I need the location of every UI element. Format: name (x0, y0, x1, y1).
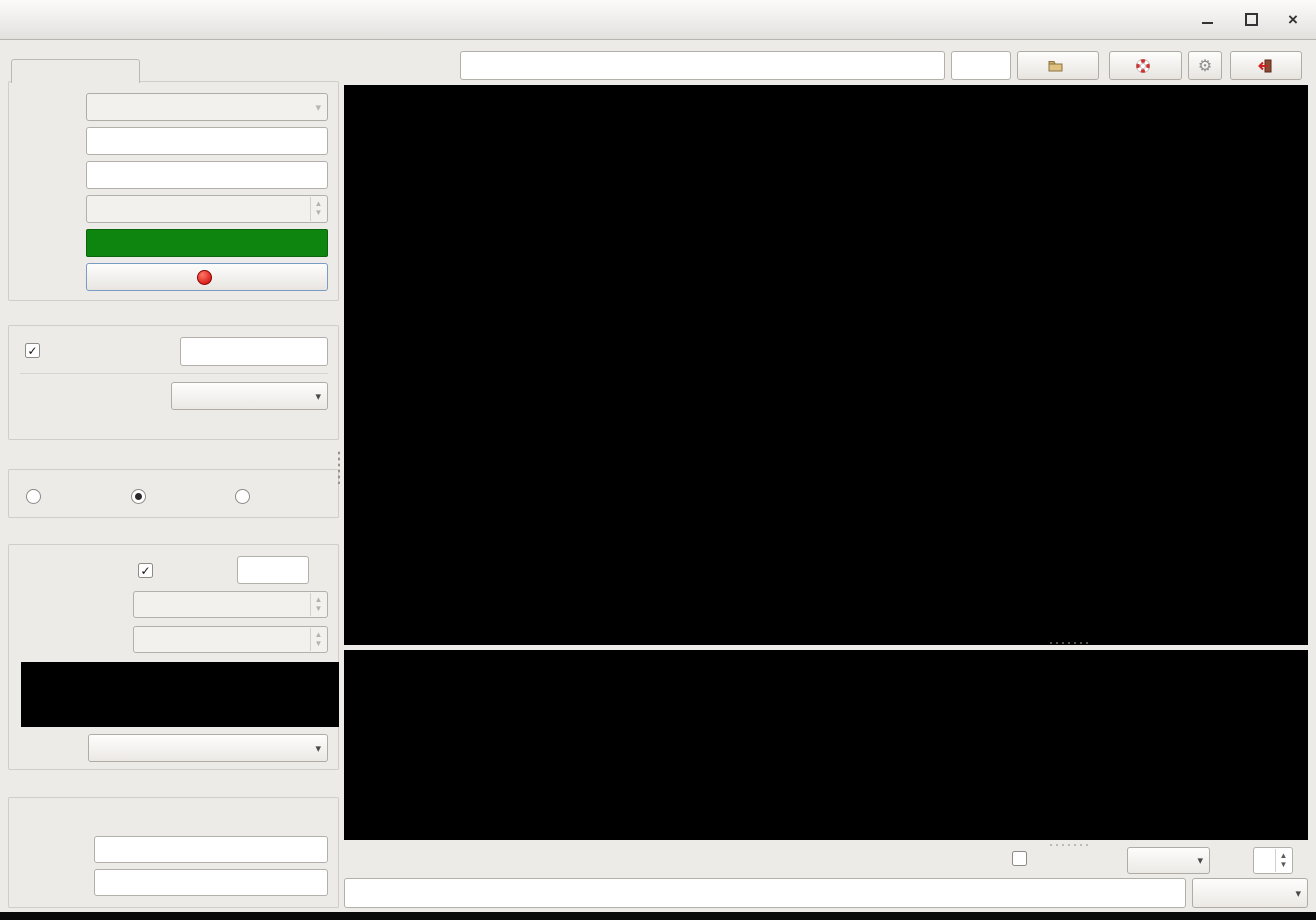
file-name-input[interactable] (460, 51, 945, 80)
help-lifebuoy-icon (1135, 58, 1151, 74)
minimum-spinbox[interactable]: ▲▼ (133, 591, 328, 618)
stats-mean-value[interactable] (94, 869, 328, 896)
spin-arrows-icon[interactable]: ▲▼ (1275, 849, 1291, 872)
radio-sqrt[interactable] (26, 489, 41, 504)
folder-icon (1048, 60, 1063, 72)
cut-count-spinbox[interactable]: ▲▼ (1253, 847, 1293, 874)
window-bottom-edge (0, 912, 1316, 920)
radio-log[interactable] (235, 489, 250, 504)
stacking-spinbox[interactable]: ▲▼ (86, 195, 328, 223)
auto-levels-input[interactable] (237, 556, 309, 584)
cut-info-input[interactable] (344, 878, 1186, 908)
x-units-select[interactable]: ▾ (1127, 847, 1210, 874)
chevron-down-icon: ▾ (1295, 887, 1301, 900)
check-icon: ✓ (140, 564, 150, 578)
tool-select[interactable]: ▾ (1192, 878, 1308, 908)
maximum-spinbox[interactable]: ▲▼ (133, 626, 328, 653)
quit-door-icon (1256, 59, 1272, 73)
refresh-rate-input[interactable] (951, 51, 1011, 80)
radio-linear[interactable] (131, 489, 146, 504)
title-bar[interactable]: × (0, 0, 1316, 40)
stop-button[interactable] (86, 263, 328, 291)
levels-histogram-chart (21, 662, 339, 727)
record-stop-icon (197, 270, 212, 285)
spin-arrows-icon[interactable]: ▲▼ (310, 197, 326, 221)
tab-joint (12, 81, 139, 83)
maximize-button[interactable] (1240, 9, 1262, 29)
chevron-down-icon: ▾ (1197, 854, 1203, 867)
chevron-down-icon: ▾ (315, 742, 321, 755)
linecut-1d-view[interactable] (344, 650, 1308, 840)
stats-maximum-value[interactable] (94, 836, 328, 863)
close-button[interactable]: × (1282, 9, 1304, 29)
horizontal-splitter-handle[interactable] (1048, 641, 1092, 645)
load-button[interactable] (1017, 51, 1099, 80)
minimize-button[interactable] (1196, 9, 1218, 29)
check-icon: ✓ (27, 344, 37, 358)
spin-arrows-icon[interactable]: ▲▼ (310, 628, 326, 651)
linecut-1d-chart (344, 650, 1308, 840)
status-badge (86, 229, 328, 257)
help-button[interactable] (1109, 51, 1182, 80)
close-icon: × (1288, 11, 1298, 28)
tab-image-source[interactable] (11, 59, 140, 83)
file-input[interactable] (86, 127, 328, 155)
quit-button[interactable] (1230, 51, 1302, 80)
auto-levels-checkbox[interactable]: ✓ (138, 563, 153, 578)
maximize-icon (1245, 13, 1258, 26)
image-2d-view[interactable] (344, 85, 1308, 645)
mask-value-input[interactable] (180, 337, 328, 366)
field-input[interactable] (86, 161, 328, 189)
mask-checkbox[interactable]: ✓ (25, 343, 40, 358)
divider (20, 373, 328, 374)
gear-icon: ⚙ (1198, 56, 1212, 76)
detector-image-canvas[interactable] (422, 101, 1302, 610)
spin-arrows-icon[interactable]: ▲▼ (310, 593, 326, 616)
app-window: × ⚙ ▾ ▲▼ (0, 0, 1316, 920)
intensity-panel (8, 469, 339, 518)
gradient-select[interactable]: ▾ (88, 734, 328, 762)
chevron-down-icon: ▾ (315, 390, 321, 403)
vertical-splitter-handle[interactable] (337, 450, 341, 484)
levels-histogram-widget[interactable] (21, 662, 339, 727)
source-select[interactable]: ▾ (86, 93, 328, 121)
all-linecuts-checkbox[interactable] (1012, 851, 1027, 866)
transformation-select[interactable]: ▾ (171, 382, 328, 410)
minimize-icon (1202, 22, 1213, 24)
settings-button[interactable]: ⚙ (1188, 51, 1222, 80)
bottom-splitter-handle[interactable] (1048, 843, 1092, 847)
chevron-down-icon: ▾ (315, 101, 321, 114)
